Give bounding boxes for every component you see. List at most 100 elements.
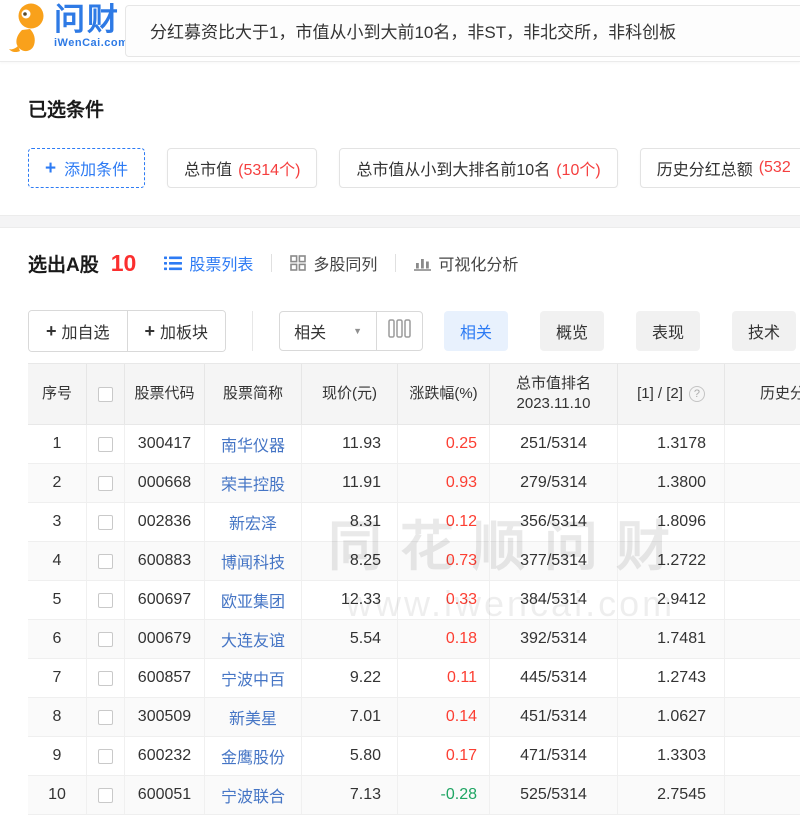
- stock-name-link[interactable]: 博闻科技: [221, 549, 285, 573]
- row-checkbox[interactable]: [98, 632, 113, 647]
- col-header-rank[interactable]: 总市值排名 2023.11.10: [490, 364, 618, 424]
- tab-multi-stock[interactable]: 多股同列: [290, 251, 377, 275]
- row-checkbox[interactable]: [98, 437, 113, 452]
- mode-tab-technical[interactable]: 技术: [732, 311, 796, 351]
- cell-dividend: [725, 542, 800, 580]
- mode-tab-performance[interactable]: 表现: [636, 311, 700, 351]
- stock-table: 序号 股票代码 股票简称 现价(元) 涨跌幅(%) 总市值排名 2023.11.…: [28, 363, 800, 815]
- stock-name-link[interactable]: 大连友谊: [221, 627, 285, 651]
- iwencai-logo[interactable]: 问财 iWenCai.com: [8, 2, 125, 59]
- condition-chip-rank-top10[interactable]: 总市值从小到大排名前10名 (10个): [339, 148, 617, 188]
- row-checkbox[interactable]: [98, 710, 113, 725]
- help-icon[interactable]: ?: [689, 386, 705, 402]
- mode-tab-overview[interactable]: 概览: [540, 311, 604, 351]
- col-header-name[interactable]: 股票简称: [205, 364, 302, 424]
- cell-price: 8.31: [302, 503, 398, 541]
- stock-name-link[interactable]: 宁波联合: [221, 783, 285, 807]
- col-label: 序号: [42, 384, 72, 404]
- chevron-down-icon: ▼: [329, 326, 362, 336]
- stock-name-link[interactable]: 宁波中百: [221, 666, 285, 690]
- results-count: 10: [111, 250, 137, 277]
- button-label: 加自选: [62, 319, 110, 343]
- condition-chip-market-cap[interactable]: 总市值 (5314个): [167, 148, 317, 188]
- conditions-title: 已选条件: [28, 98, 772, 124]
- table-body: 1 300417 南华仪器 11.93 0.25 251/5314 1.3178…: [28, 425, 800, 815]
- stock-name-link[interactable]: 新宏泽: [229, 510, 277, 534]
- col-sublabel: 2023.11.10: [517, 394, 591, 414]
- cell-stock-code: 600232: [125, 737, 205, 775]
- cell-price: 12.33: [302, 581, 398, 619]
- mode-tab-related[interactable]: 相关: [444, 311, 508, 351]
- table-row: 9 600232 金鹰股份 5.80 0.17 471/5314 1.3303: [28, 737, 800, 776]
- cell-market-cap-rank: 377/5314: [490, 542, 618, 580]
- cell-checkbox: [87, 698, 125, 736]
- cell-stock-code: 000668: [125, 464, 205, 502]
- condition-chip-dividend-total[interactable]: 历史分红总额 (532: [640, 148, 800, 188]
- cell-stock-code: 600883: [125, 542, 205, 580]
- add-condition-label: 添加条件: [64, 156, 128, 180]
- results-title: 选出A股: [28, 250, 99, 277]
- grid-icon: [290, 255, 306, 271]
- stock-name-link[interactable]: 新美星: [229, 705, 277, 729]
- cell-stock-code: 300417: [125, 425, 205, 463]
- cell-stock-name: 博闻科技: [205, 542, 302, 580]
- condition-chips-row: + 添加条件 总市值 (5314个) 总市值从小到大排名前10名 (10个) 历…: [28, 148, 800, 188]
- cell-index: 8: [28, 698, 87, 736]
- tab-visual-analysis[interactable]: 可视化分析: [414, 251, 518, 275]
- row-checkbox[interactable]: [98, 788, 113, 803]
- stock-name-link[interactable]: 荣丰控股: [221, 471, 285, 495]
- cell-index: 5: [28, 581, 87, 619]
- stock-name-link[interactable]: 金鹰股份: [221, 744, 285, 768]
- col-header-change[interactable]: 涨跌幅(%): [398, 364, 490, 424]
- add-board-button[interactable]: + 加板块: [127, 311, 226, 351]
- col-header-dividend[interactable]: 历史分红总额: [725, 364, 800, 424]
- cell-price: 5.54: [302, 620, 398, 658]
- cell-dividend: [725, 620, 800, 658]
- bar-chart-icon: [414, 255, 431, 271]
- cell-dividend: [725, 698, 800, 736]
- col-header-code[interactable]: 股票代码: [125, 364, 205, 424]
- select-all-checkbox[interactable]: [98, 387, 113, 402]
- col-header-ratio[interactable]: [1] / [2] ?: [618, 364, 725, 424]
- col-header-price[interactable]: 现价(元): [302, 364, 398, 424]
- cell-ratio: 2.7545: [618, 776, 725, 814]
- cell-dividend: [725, 503, 800, 541]
- tab-stock-list[interactable]: 股票列表: [164, 251, 253, 275]
- cell-checkbox: [87, 464, 125, 502]
- stock-name-link[interactable]: 南华仪器: [221, 432, 285, 456]
- cell-ratio: 1.3178: [618, 425, 725, 463]
- row-checkbox[interactable]: [98, 593, 113, 608]
- col-header-index[interactable]: 序号: [28, 364, 87, 424]
- cell-market-cap-rank: 451/5314: [490, 698, 618, 736]
- stock-name-link[interactable]: 欧亚集团: [221, 588, 285, 612]
- search-input[interactable]: 分红募资比大于1，市值从小到大前10名，非ST，非北交所，非科创板: [125, 5, 800, 57]
- add-watchlist-button[interactable]: + 加自选: [29, 311, 127, 351]
- table-row: 1 300417 南华仪器 11.93 0.25 251/5314 1.3178: [28, 425, 800, 464]
- chip-label: 总市值: [184, 156, 232, 180]
- row-checkbox[interactable]: [98, 515, 113, 530]
- cell-stock-code: 300509: [125, 698, 205, 736]
- sort-dropdown[interactable]: 相关 ▼: [280, 312, 376, 350]
- row-checkbox[interactable]: [98, 554, 113, 569]
- cell-index: 9: [28, 737, 87, 775]
- column-settings-button[interactable]: [376, 312, 422, 350]
- tab-label: 多股同列: [313, 251, 377, 275]
- row-checkbox[interactable]: [98, 749, 113, 764]
- cell-dividend: [725, 425, 800, 463]
- table-row: 6 000679 大连友谊 5.54 0.18 392/5314 1.7481: [28, 620, 800, 659]
- sort-dropdown-group: 相关 ▼: [279, 311, 423, 351]
- cell-change-percent: 0.17: [398, 737, 490, 775]
- search-query-text: 分红募资比大于1，市值从小到大前10名，非ST，非北交所，非科创板: [150, 18, 676, 43]
- cell-stock-name: 新美星: [205, 698, 302, 736]
- toolbar: + 加自选 + 加板块 相关 ▼ 相关 概览 表现 技术: [0, 310, 800, 352]
- sort-dropdown-value: 相关: [294, 319, 326, 343]
- add-condition-button[interactable]: + 添加条件: [28, 148, 145, 188]
- col-label: 现价(元): [322, 384, 377, 404]
- cell-market-cap-rank: 356/5314: [490, 503, 618, 541]
- row-checkbox[interactable]: [98, 476, 113, 491]
- row-checkbox[interactable]: [98, 671, 113, 686]
- cell-stock-code: 600051: [125, 776, 205, 814]
- chip-count: (532: [759, 159, 791, 177]
- table-row: 7 600857 宁波中百 9.22 0.11 445/5314 1.2743: [28, 659, 800, 698]
- chip-label: 总市值从小到大排名前10名: [356, 156, 550, 180]
